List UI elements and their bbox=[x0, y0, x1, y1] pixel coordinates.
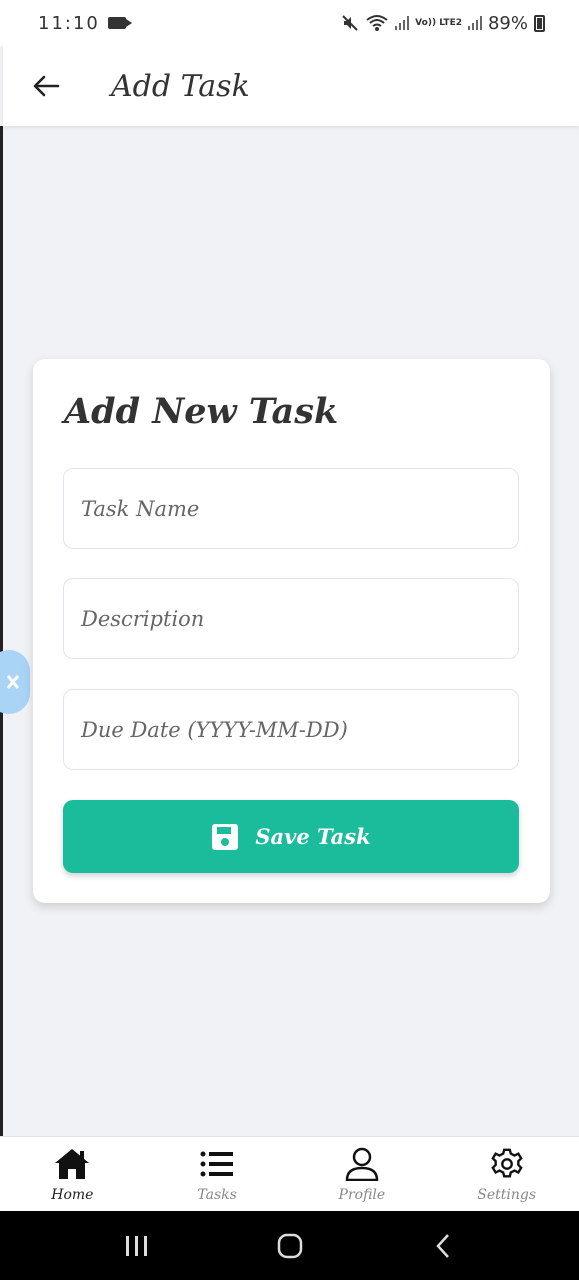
recents-icon bbox=[125, 1235, 147, 1256]
battery-icon bbox=[534, 14, 545, 32]
list-icon bbox=[200, 1151, 234, 1177]
home-icon bbox=[55, 1149, 90, 1179]
mute-icon bbox=[342, 15, 358, 31]
nav-label-home: Home bbox=[51, 1187, 94, 1203]
gear-icon bbox=[490, 1148, 523, 1178]
page-title: Add Task bbox=[111, 68, 250, 104]
signal-bars-icon bbox=[395, 16, 410, 30]
app-bar: Add Task bbox=[3, 46, 579, 126]
nav-item-tasks[interactable]: Tasks bbox=[145, 1137, 290, 1211]
left-edge-divider bbox=[0, 126, 3, 1136]
battery-percent: 89% bbox=[487, 12, 528, 34]
status-right: Vo)) LTE2 89% bbox=[341, 13, 545, 34]
bubble-icon bbox=[6, 675, 20, 689]
back-button[interactable] bbox=[16, 56, 76, 116]
nav-label-settings: Settings bbox=[477, 1187, 537, 1203]
card-title: Add New Task bbox=[64, 391, 339, 432]
video-camera-icon bbox=[107, 17, 132, 29]
bottom-nav: Home Tasks Profile Settings bbox=[0, 1136, 579, 1211]
description-input[interactable]: Description bbox=[63, 578, 519, 659]
due-date-input[interactable]: Due Date (YYYY-MM-DD) bbox=[63, 689, 519, 770]
nav-label-profile: Profile bbox=[338, 1187, 386, 1203]
description-placeholder: Description bbox=[81, 606, 205, 631]
nav-item-settings[interactable]: Settings bbox=[434, 1137, 579, 1211]
volte-label: Vo)) LTE2 bbox=[415, 17, 462, 28]
wifi-icon bbox=[366, 15, 388, 31]
screen: 11:10 Vo)) LTE2 89% Add Task Add New Tas… bbox=[0, 0, 579, 1280]
nav-item-profile[interactable]: Profile bbox=[290, 1137, 435, 1211]
save-task-label: Save Task bbox=[255, 824, 371, 849]
back-chevron-icon bbox=[435, 1233, 449, 1258]
add-task-card: Add New Task Task Name Description Due D… bbox=[33, 359, 550, 903]
due-date-placeholder: Due Date (YYYY-MM-DD) bbox=[81, 717, 348, 742]
nav-item-home[interactable]: Home bbox=[0, 1137, 145, 1211]
status-bar: 11:10 Vo)) LTE2 89% bbox=[0, 0, 579, 46]
user-icon bbox=[345, 1147, 379, 1181]
arrow-left-icon bbox=[33, 75, 60, 97]
save-task-button[interactable]: Save Task bbox=[63, 800, 519, 873]
task-name-placeholder: Task Name bbox=[81, 496, 200, 521]
home-circle-icon bbox=[277, 1233, 302, 1258]
system-back-button[interactable] bbox=[413, 1221, 473, 1271]
signal-bars-2-icon bbox=[467, 16, 482, 30]
floppy-disk-icon bbox=[212, 823, 239, 850]
status-time: 11:10 bbox=[38, 12, 100, 34]
system-nav-bar bbox=[0, 1211, 579, 1280]
task-name-input[interactable]: Task Name bbox=[63, 468, 519, 549]
status-left: 11:10 bbox=[38, 12, 132, 34]
nav-label-tasks: Tasks bbox=[197, 1187, 237, 1203]
floating-bubble[interactable] bbox=[0, 650, 30, 714]
recents-button[interactable] bbox=[107, 1221, 167, 1271]
system-home-button[interactable] bbox=[260, 1221, 320, 1271]
